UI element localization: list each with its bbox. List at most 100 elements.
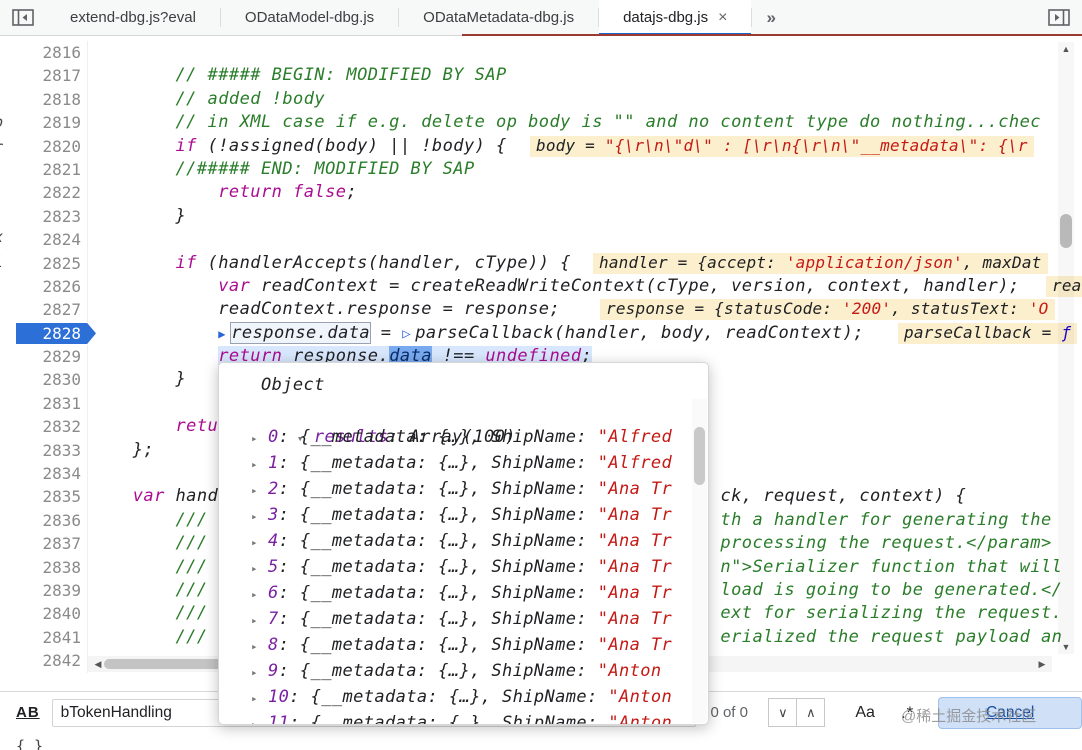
line-number[interactable]: 2823 xyxy=(0,204,88,229)
array-item-row[interactable]: ▸ 8: {__metadata: {…}, ShipName: "Ana Tr xyxy=(251,632,708,658)
array-item-row[interactable]: ▸ 6: {__metadata: {…}, ShipName: "Ana Tr xyxy=(251,580,708,606)
tab-bar-spacer xyxy=(790,0,1036,35)
status-bar: { } xyxy=(0,732,1082,750)
code-text[interactable]: // added !body xyxy=(90,88,1082,111)
line-number-text: 2842 xyxy=(42,651,81,671)
next-match-button[interactable]: ∨ xyxy=(768,698,798,727)
code-text[interactable]: // ##### BEGIN: MODIFIED BY SAP xyxy=(90,64,1082,87)
file-tab[interactable]: datajs-dbg.js × xyxy=(599,0,752,36)
more-tabs-button[interactable]: » xyxy=(752,0,789,35)
vertical-scrollbar[interactable]: ▲ ▼ xyxy=(1058,42,1074,654)
popup-root-row[interactable]: ▾ results: Array(100) xyxy=(233,398,708,447)
expand-arrow-icon[interactable]: ▸ xyxy=(251,452,268,476)
array-item-row[interactable]: ▸ 3: {__metadata: {…}, ShipName: "Ana Tr xyxy=(251,502,708,528)
toggle-navigator-button[interactable] xyxy=(0,0,46,35)
line-number[interactable]: 2824 xyxy=(0,228,88,252)
inline-value-badge: parseCallback = ƒ xyxy=(898,322,1078,344)
expand-arrow-icon[interactable]: ▸ xyxy=(251,634,268,658)
inline-breakpoint-filled-icon[interactable]: ▶ xyxy=(218,323,231,346)
line-number[interactable]: 2818 xyxy=(0,87,88,112)
expand-arrow-icon[interactable]: ▸ xyxy=(251,582,268,606)
vertical-scrollbar-thumb[interactable] xyxy=(1060,214,1072,248)
expand-arrow-icon[interactable]: ▸ xyxy=(251,712,268,724)
popup-title: Object xyxy=(261,375,325,395)
item-preview: {__metadata: {…}, ShipName: xyxy=(310,687,609,707)
popup-items: ▸ 0: {__metadata: {…}, ShipName: "Alfred ▸… xyxy=(219,424,708,725)
expand-arrow-icon[interactable]: ▸ xyxy=(251,504,268,528)
line-number[interactable]: 2834 xyxy=(0,462,88,486)
popup-scrollbar[interactable] xyxy=(692,399,707,723)
line-number[interactable]: 2842 xyxy=(0,649,88,673)
scroll-down-icon[interactable]: ▼ xyxy=(1058,642,1074,652)
badge-token: body = xyxy=(536,135,605,155)
array-item-row[interactable]: ▸ 4: {__metadata: {…}, ShipName: "Ana Tr xyxy=(251,528,708,554)
line-number[interactable]: 2835 xyxy=(0,485,88,509)
code-token: } xyxy=(90,369,187,390)
array-item-row[interactable]: ▸ 9: {__metadata: {…}, ShipName: "Anton xyxy=(251,658,708,684)
file-tab[interactable]: extend-dbg.js?eval xyxy=(46,0,220,35)
line-number[interactable]: 2816 xyxy=(0,41,88,65)
item-value: "Ana Tr xyxy=(597,505,673,525)
pretty-print-icon[interactable]: { } xyxy=(16,737,43,750)
array-item-row[interactable]: ▸ 0: {__metadata: {…}, ShipName: "Alfred xyxy=(251,424,708,450)
close-tab-icon[interactable]: × xyxy=(718,9,727,26)
line-number[interactable]: 2822 xyxy=(0,181,88,205)
file-tab[interactable]: ODataModel-dbg.js xyxy=(221,0,398,35)
expand-arrow-icon[interactable]: ▸ xyxy=(251,556,268,580)
match-nav-buttons: ∨ ∧ xyxy=(768,698,826,727)
line-number[interactable]: 2832 xyxy=(0,415,88,439)
code-text[interactable]: return false; xyxy=(90,181,1082,204)
code-line: 2826 var readContext = createReadWriteCo… xyxy=(0,274,1082,299)
line-number-text: 2833 xyxy=(42,440,81,460)
code-text[interactable]: // in XML case if e.g. delete op body is… xyxy=(90,111,1082,134)
line-number[interactable]: 2817 xyxy=(0,64,88,88)
line-number[interactable]: 2839 xyxy=(0,578,88,603)
match-case-toggle[interactable]: Aa xyxy=(855,704,875,722)
code-text[interactable]: } xyxy=(90,205,1082,228)
line-number[interactable]: 2819 xyxy=(0,111,88,135)
tab-label: ODataModel-dbg.js xyxy=(244,9,375,26)
chevron-up-icon: ∧ xyxy=(806,704,816,720)
line-number[interactable]: 2831 xyxy=(0,391,88,416)
code-text[interactable]: //##### END: MODIFIED BY SAP xyxy=(90,158,1082,181)
array-item-row[interactable]: ▸ 7: {__metadata: {…}, ShipName: "Ana Tr xyxy=(251,606,708,632)
item-preview: {__metadata: {…}, ShipName: xyxy=(310,713,609,725)
line-number[interactable]: 2830 xyxy=(0,368,88,392)
line-number[interactable]: 2833 xyxy=(0,438,88,463)
line-number[interactable]: 2826 xyxy=(0,274,88,299)
array-item-row[interactable]: ▸ 5: {__metadata: {…}, ShipName: "Ana Tr xyxy=(251,554,708,580)
line-number[interactable]: 2838 xyxy=(0,555,88,579)
line-number[interactable]: 2827 xyxy=(0,298,88,322)
line-number[interactable]: 2840 xyxy=(0,602,88,626)
line-number[interactable]: 2836 xyxy=(0,508,88,533)
expand-arrow-icon[interactable]: ▸ xyxy=(251,686,268,710)
expand-arrow-icon[interactable]: ▸ xyxy=(251,660,268,684)
inline-breakpoint-outline-icon[interactable]: ▷ xyxy=(402,323,415,346)
line-number[interactable]: 2837 xyxy=(0,532,88,556)
expand-arrow-icon[interactable]: ▸ xyxy=(251,530,268,554)
line-number[interactable]: 2829 xyxy=(0,345,88,369)
code-line: 2828 ▶ response.data = ▷ parseCallback(han… xyxy=(0,321,1082,346)
execution-line-number[interactable]: 2828 xyxy=(0,322,88,345)
toggle-debugger-panel-button[interactable] xyxy=(1036,0,1082,35)
line-number-text: 2829 xyxy=(42,347,81,367)
array-item-row[interactable]: ▸ 10: {__metadata: {…}, ShipName: "Anton xyxy=(251,684,708,710)
previous-match-button[interactable]: ∧ xyxy=(796,698,826,727)
array-item-row[interactable]: ▸ 1: {__metadata: {…}, ShipName: "Alfred xyxy=(251,450,708,476)
array-item-row[interactable]: ▸ 11: {__metadata: {…}, ShipName: "Anton xyxy=(251,710,708,725)
scroll-right-icon[interactable]: ▶ xyxy=(1034,659,1050,670)
file-tab[interactable]: ODataMetadata-dbg.js xyxy=(399,0,598,35)
line-number[interactable]: 2825 xyxy=(0,251,88,275)
line-number[interactable]: 2820 xyxy=(0,134,88,158)
array-item-row[interactable]: ▸ 2: {__metadata: {…}, ShipName: "Ana Tr xyxy=(251,476,708,502)
code-text[interactable]: var readContext = createReadWriteContext… xyxy=(90,275,1082,298)
line-number[interactable]: 2821 xyxy=(0,157,88,182)
popup-scrollbar-thumb[interactable] xyxy=(694,427,705,485)
line-number-text: 2816 xyxy=(42,43,81,62)
expand-arrow-icon[interactable]: ▸ xyxy=(251,608,268,632)
expand-arrow-icon[interactable]: ▸ xyxy=(251,478,268,502)
line-number[interactable]: 2841 xyxy=(0,625,88,650)
expand-arrow-icon[interactable]: ▸ xyxy=(251,426,268,450)
scroll-up-icon[interactable]: ▲ xyxy=(1058,44,1074,54)
